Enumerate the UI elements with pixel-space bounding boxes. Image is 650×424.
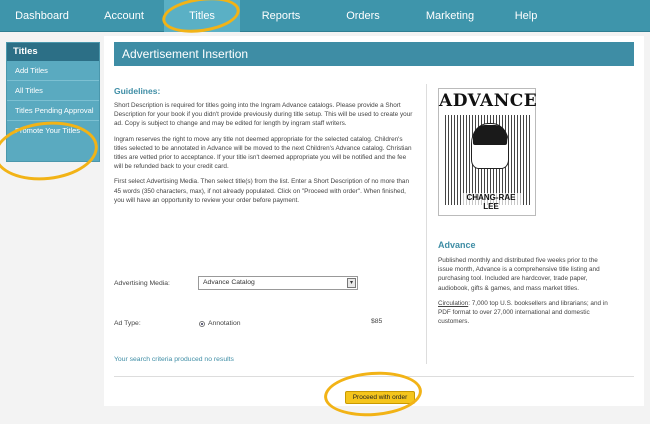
media-select[interactable]: Advance Catalog ▾ [198,276,358,290]
advance-info: Advance Published monthly and distribute… [438,240,610,332]
column-divider [426,84,427,364]
nav-help[interactable]: Help [496,0,556,32]
media-label: Advertising Media: [114,280,170,287]
sidebar-item-pending-approval[interactable]: Titles Pending Approval [7,101,99,121]
guidelines-paragraph-1: Short Description is required for titles… [114,102,413,128]
media-select-value: Advance Catalog [203,279,255,286]
page-title: Advertisement Insertion [114,42,634,66]
advance-circulation: Circulation: 7,000 top U.S. booksellers … [438,299,610,327]
sidebar-item-all-titles[interactable]: All Titles [7,81,99,101]
ad-price: $85 [371,318,383,325]
advance-heading: Advance [438,240,476,250]
nav-reports[interactable]: Reports [240,0,322,32]
circulation-label: Circulation [438,299,469,307]
annotation-radio[interactable] [199,321,205,327]
sidebar-item-add-titles[interactable]: Add Titles [7,61,99,81]
adtype-label: Ad Type: [114,320,141,327]
nav-dashboard[interactable]: Dashboard [0,0,84,32]
annotation-label: Annotation [208,320,241,327]
sidebar-title: Titles [7,43,99,61]
main-content: Advertisement Insertion Guidelines: Shor… [104,36,644,406]
advance-cover-image: ADVANCE CHANG-RAE LEE [438,88,538,216]
guidelines-heading: Guidelines: [114,86,161,96]
cover-hair [473,125,507,145]
cover-author: CHANG-RAE LEE [461,193,521,211]
top-navigation: Dashboard Account Titles Reports Orders … [0,0,650,32]
nav-marketing[interactable]: Marketing [404,0,496,32]
guidelines: Guidelines: Short Description is require… [114,86,414,211]
nav-orders[interactable]: Orders [322,0,404,32]
cover-title: ADVANCE [439,91,538,111]
guidelines-paragraph-2: Ingram reserves the right to move any ti… [114,135,412,171]
no-results-message: Your search criteria produced no results [114,356,234,363]
chevron-down-icon[interactable]: ▾ [347,278,356,288]
advance-description: Published monthly and distributed five w… [438,257,600,292]
nav-account[interactable]: Account [84,0,164,32]
guidelines-paragraph-3: First select Advertising Media. Then sel… [114,178,410,204]
